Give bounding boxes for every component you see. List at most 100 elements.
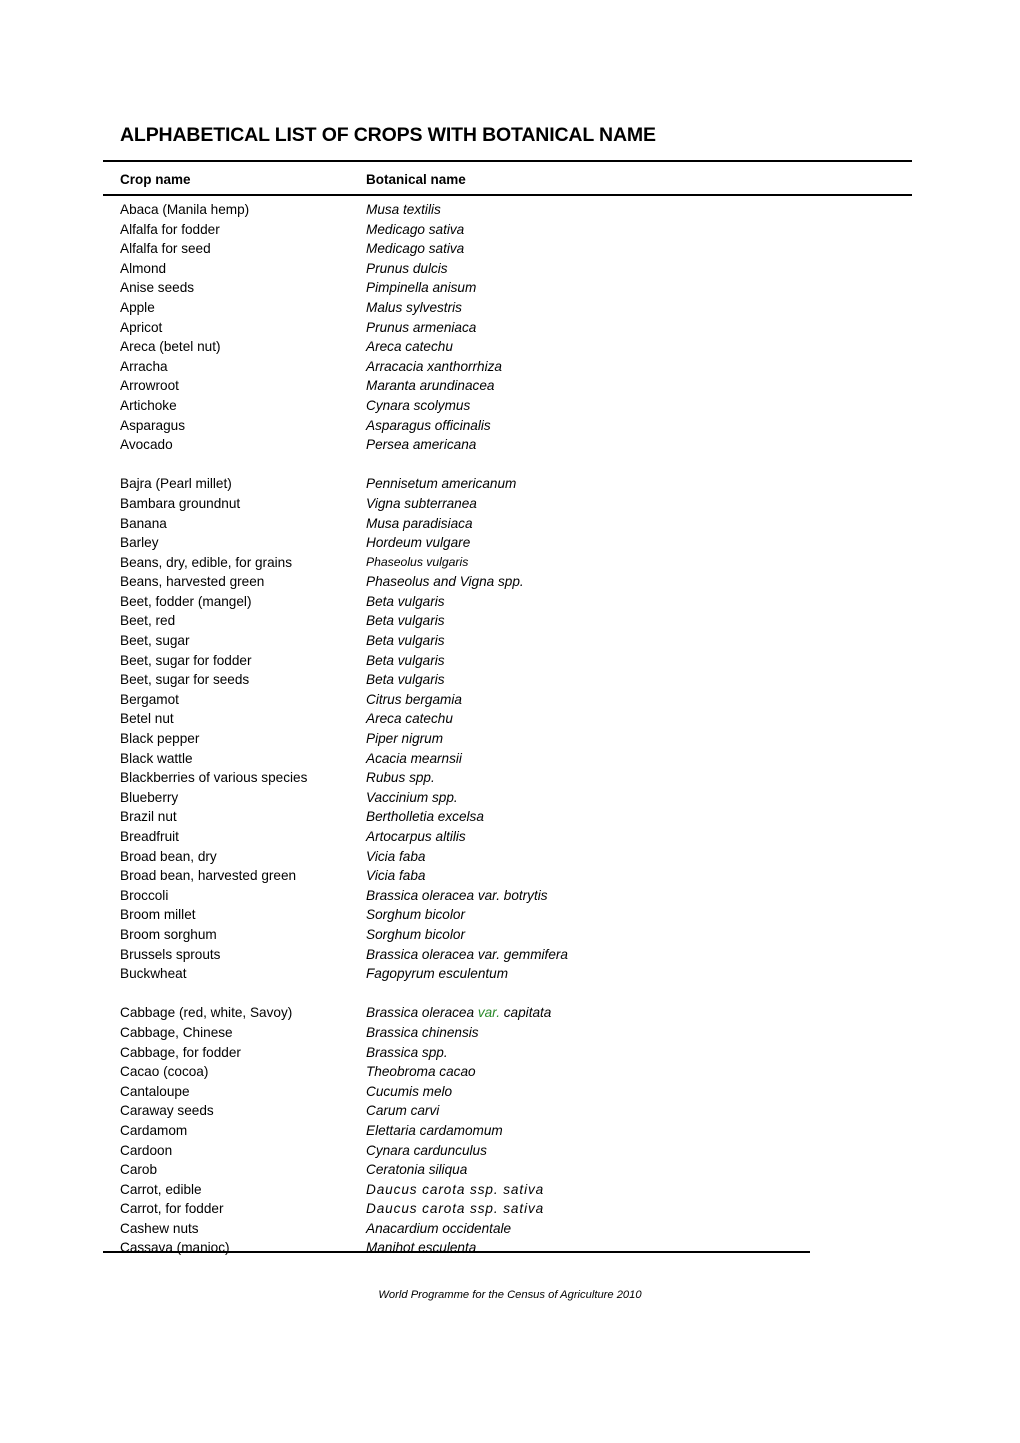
botanical-name-cell: Musa paradisiaca xyxy=(366,515,473,531)
crop-name-cell: Abaca (Manila hemp) xyxy=(120,202,250,217)
column-header-botanical-name: Botanical name xyxy=(366,172,466,187)
crop-name-cell: Beet, sugar for fodder xyxy=(120,652,252,668)
column-header-crop-name: Crop name xyxy=(120,172,191,187)
table-row: Carrot, for fodder Daucus carota ssp. sat… xyxy=(0,1199,1020,1219)
botanical-name-cell: Daucus carota ssp. sativa xyxy=(366,1201,545,1217)
table-row: Beans, dry, edible, for grains Phaseolus … xyxy=(0,553,1020,573)
crop-name-cell: Apple xyxy=(120,299,155,315)
crop-name-cell: Carob xyxy=(120,1162,158,1178)
crop-name-cell: Alfalfa for seed xyxy=(120,241,211,257)
botanical-name-cell: Medicago sativa xyxy=(366,241,465,257)
crop-name-cell: Avocado xyxy=(120,437,173,453)
crop-name-cell: Blueberry xyxy=(120,789,179,805)
botanical-name-cell: Ceratonia siliqua xyxy=(366,1162,468,1178)
botanical-name-cell: Brassica oleracea var. capitata xyxy=(366,1003,551,1023)
crop-name-cell: Cabbage (red, white, Savoy) xyxy=(120,1005,293,1021)
botanical-name-cell: Citrus bergamia xyxy=(366,691,462,707)
botanical-name-cell: Daucus carota ssp. sativa xyxy=(366,1181,545,1197)
table-row: Broccoli Brassica oleracea var. botrytis xyxy=(0,886,1020,906)
crop-name-cell: Broccoli xyxy=(120,887,169,903)
crop-name-cell: Asparagus xyxy=(120,417,185,433)
table-row: Beet, red Beta vulgaris xyxy=(0,611,1020,631)
table-row: Cacao (cocoa) Theobroma cacao xyxy=(0,1062,1020,1082)
botanical-name-cell: Vigna subterranea xyxy=(366,495,477,511)
crop-name-cell: Cardoon xyxy=(120,1142,173,1158)
botanical-name-cell: Beta vulgaris xyxy=(366,672,445,688)
table-row: Cashew nuts Anacardium occidentale xyxy=(0,1219,1020,1239)
table-header-rule xyxy=(103,194,912,196)
table-row: Brazil nut Bertholletia excelsa xyxy=(0,807,1020,827)
crop-name-cell: Cardamom xyxy=(120,1122,188,1138)
botanical-name-cell: Piper nigrum xyxy=(366,731,444,747)
table-top-rule xyxy=(103,160,912,162)
crop-name-cell: Buckwheat xyxy=(120,966,187,982)
table-row: Broad bean, dry Vicia faba xyxy=(0,847,1020,867)
botanical-rank-var: var. xyxy=(477,1005,500,1021)
table-row: Alfalfa for seed Medicago sativa xyxy=(0,239,1020,259)
table-row: Black wattle Acacia mearnsii xyxy=(0,749,1020,769)
page-footer: World Programme for the Census of Agricu… xyxy=(378,1289,642,1301)
table-bottom-rule xyxy=(103,1251,810,1253)
botanical-name-cell: Vaccinium spp. xyxy=(366,789,458,805)
botanical-name-cell: Malus sylvestris xyxy=(366,299,462,315)
crop-name-cell: Bajra (Pearl millet) xyxy=(120,476,232,492)
table-row: Black pepper Piper nigrum xyxy=(0,729,1020,749)
crop-name-cell: Betel nut xyxy=(120,711,174,727)
botanical-name-cell: Sorghum bicolor xyxy=(366,907,465,923)
botanical-name-cell: Phaseolus vulgaris xyxy=(366,554,469,569)
table-row: Blueberry Vaccinium spp. xyxy=(0,788,1020,808)
crop-name-cell: Cabbage, Chinese xyxy=(120,1024,233,1040)
botanical-name-text: capitata xyxy=(499,1005,552,1021)
group-spacer-row xyxy=(0,984,1020,1004)
botanical-name-cell: Arracacia xanthorrhiza xyxy=(366,358,502,374)
crop-name-cell: Artichoke xyxy=(120,397,177,413)
table-row: Cabbage (red, white, Savoy) Brassica oler… xyxy=(0,1003,1020,1023)
botanical-name-cell: Acacia mearnsii xyxy=(366,750,462,766)
botanical-name-cell: Pennisetum americanum xyxy=(366,476,517,492)
table-row: Apple Malus sylvestris xyxy=(0,298,1020,318)
table-row: Cardamom Elettaria cardamomum xyxy=(0,1121,1020,1141)
crop-name-cell: Areca (betel nut) xyxy=(120,339,221,355)
table-row: Barley Hordeum vulgare xyxy=(0,533,1020,553)
table-row: Asparagus Asparagus officinalis xyxy=(0,416,1020,436)
botanical-name-cell: Brassica oleracea var. gemmifera xyxy=(366,946,568,962)
crop-table-body: Abaca (Manila hemp) Musa textilis Alfalfa … xyxy=(0,200,1020,1258)
botanical-name-cell: Theobroma cacao xyxy=(366,1064,476,1080)
crop-name-cell: Beet, sugar xyxy=(120,633,190,649)
botanical-name-cell: Persea americana xyxy=(366,437,477,453)
botanical-name-cell: Beta vulgaris xyxy=(366,652,445,668)
group-spacer-row xyxy=(0,455,1020,475)
document-page: ALPHABETICAL LIST OF CROPS WITH BOTANICA… xyxy=(0,0,1020,1443)
crop-name-cell: Blackberries of various species xyxy=(120,770,308,786)
crop-name-cell: Banana xyxy=(120,515,167,531)
table-row: Arracha Arracacia xanthorrhiza xyxy=(0,357,1020,377)
crop-name-cell: Caraway seeds xyxy=(120,1103,214,1119)
botanical-name-cell: Sorghum bicolor xyxy=(366,926,465,942)
table-row: Apricot Prunus armeniaca xyxy=(0,318,1020,338)
table-row: Broom millet Sorghum bicolor xyxy=(0,905,1020,925)
table-row: Anise seeds Pimpinella anisum xyxy=(0,278,1020,298)
table-row: Carob Ceratonia siliqua xyxy=(0,1160,1020,1180)
botanical-name-cell: Brassica spp. xyxy=(366,1044,448,1060)
botanical-name-cell: Artocarpus altilis xyxy=(366,829,466,844)
botanical-name-cell: Beta vulgaris xyxy=(366,633,445,649)
crop-name-cell: Barley xyxy=(120,535,159,551)
table-row: Avocado Persea americana xyxy=(0,435,1020,455)
botanical-name-cell: Cynara cardunculus xyxy=(366,1142,487,1158)
table-row: Beet, sugar for seeds Beta vulgaris xyxy=(0,670,1020,690)
crop-name-cell: Cashew nuts xyxy=(120,1220,199,1236)
crop-name-cell: Broad bean, harvested green xyxy=(120,868,297,884)
botanical-name-cell: Pimpinella anisum xyxy=(366,280,477,296)
table-row: Abaca (Manila hemp) Musa textilis xyxy=(0,200,1020,220)
crop-name-cell: Bergamot xyxy=(120,691,179,707)
botanical-name-cell: Brassica chinensis xyxy=(366,1024,479,1040)
botanical-name-cell: Elettaria cardamomum xyxy=(366,1122,503,1138)
botanical-name-cell: Prunus dulcis xyxy=(366,260,448,276)
crop-name-cell: Brazil nut xyxy=(120,809,177,825)
crop-name-cell: Breadfruit xyxy=(120,829,179,844)
crop-name-cell: Broad bean, dry xyxy=(120,848,217,864)
table-row: Cabbage, for fodder Brassica spp. xyxy=(0,1043,1020,1063)
botanical-name-cell: Areca catechu xyxy=(366,711,453,727)
crop-name-cell: Alfalfa for fodder xyxy=(120,221,220,237)
botanical-name-cell: Bertholletia excelsa xyxy=(366,809,484,825)
